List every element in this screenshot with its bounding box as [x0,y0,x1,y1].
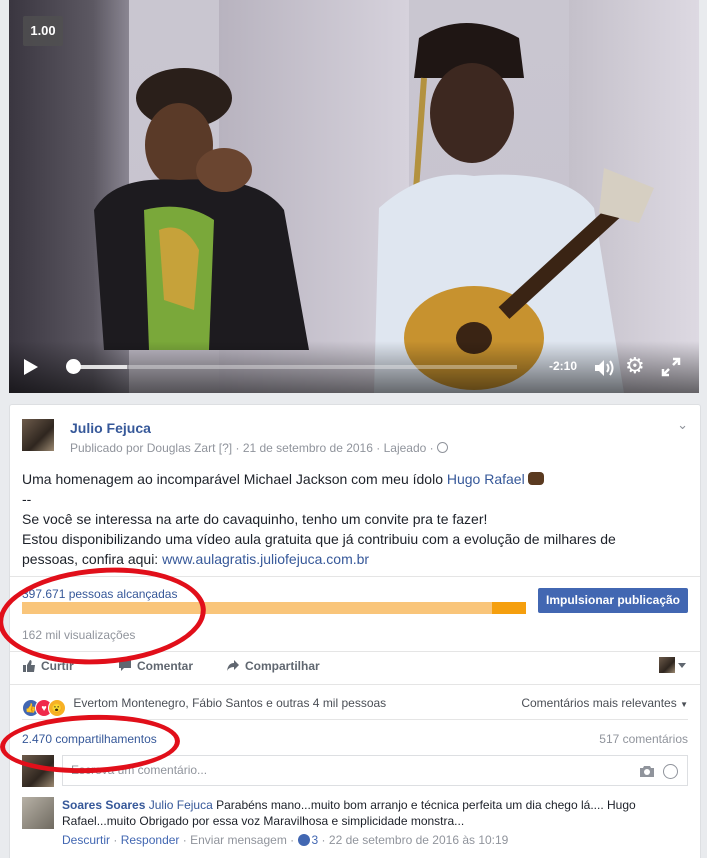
video-progress-track[interactable] [67,365,517,369]
like-label: Curtir [41,659,74,673]
play-icon[interactable] [24,359,38,375]
comment-button[interactable]: Comentar [118,659,193,673]
sort-label: Comentários mais relevantes [521,696,677,710]
share-arrow-icon [227,660,239,671]
video-player[interactable]: 1.00 -2:10 ⚙ [9,0,699,393]
meta-dot: · [235,441,240,455]
comment-composer[interactable] [62,755,688,786]
boost-post-button[interactable]: Impulsionar publicação [538,588,688,613]
comment-timestamp[interactable]: 22 de setembro de 2016 às 10:19 [329,833,508,847]
dot-separator: · [113,833,118,847]
caret-down-icon [678,662,686,668]
unlike-comment-link[interactable]: Descurtir [62,833,110,847]
reactions-summary[interactable]: 👍 ♥ 😮 Evertom Montenegro, Fábio Santos e o… [22,696,386,717]
reactions-text[interactable]: Evertom Montenegro, Fábio Santos e outra… [73,696,386,710]
video-scrubber-handle[interactable] [66,359,81,374]
meta-dot: · [429,441,434,455]
published-by-link[interactable]: Douglas Zart [147,441,216,455]
shares-link[interactable]: 2.470 compartilhamentos [22,732,157,746]
video-person-musician [374,23,654,393]
mention-link[interactable]: Hugo Rafael [447,471,525,487]
divider [10,684,700,685]
comment-bubble-icon [119,660,131,671]
comments-count-link[interactable]: 517 comentários [599,732,688,746]
dot-separator: · [290,833,295,847]
user-avatar[interactable] [22,755,54,787]
playback-speed-badge[interactable]: 1.00 [23,16,63,46]
video-controls: -2:10 ⚙ [9,341,699,393]
reach-bar-paid [492,602,526,614]
comment-sort-dropdown[interactable]: Comentários mais relevantes ▼ [521,696,688,710]
volume-icon[interactable] [593,358,615,378]
video-time-remaining: -2:10 [549,359,578,373]
post-text-line: Estou disponibilizando uma vídeo aula gr… [22,531,616,547]
wow-reaction-icon: 😮 [48,699,66,717]
dot-separator: · [321,833,326,847]
meta-dot: · [376,441,381,455]
page-name-link[interactable]: Julio Fejuca [70,420,151,436]
views-count: 162 mil visualizações [22,628,136,642]
share-button[interactable]: Compartilhar [226,659,320,673]
post-location-link[interactable]: Lajeado [384,441,427,455]
post-meta: Publicado por Douglas Zart [?] · 21 de s… [70,441,449,455]
commenter-name-link[interactable]: Soares Soares [62,798,145,812]
comment-label: Comentar [137,659,194,673]
reach-link[interactable]: 397.671 pessoas alcançadas [22,587,177,601]
reply-link[interactable]: Responder [121,833,180,847]
comment-like-icon [297,834,310,846]
globe-icon [437,442,449,453]
settings-gear-icon[interactable]: ⚙ [625,355,645,377]
comment-body: Soares Soares Julio Fejuca Parabéns mano… [62,797,682,829]
external-url-link[interactable]: www.aulagratis.juliofejuca.com.br [162,551,369,567]
info-marker[interactable]: [?] [219,441,232,455]
thumbs-up-icon [23,660,35,672]
comment-actions: Descurtir · Responder · Enviar mensagem … [62,833,508,847]
comment-mention-link[interactable]: Julio Fejuca [149,798,213,812]
profile-selector[interactable] [658,657,686,673]
post-text-line: pessoas, confira aqui: [22,551,159,567]
share-label: Compartilhar [245,659,320,673]
commenter-avatar[interactable] [22,797,54,829]
dot-separator: · [182,833,187,847]
post-card: Julio Fejuca Publicado por Douglas Zart … [9,404,701,858]
video-person-singer [94,68,309,350]
reach-bar-organic [22,602,492,614]
fist-emoji-icon [527,472,544,485]
selected-profile-avatar [658,657,675,673]
page-avatar[interactable] [22,419,54,451]
published-by-prefix: Publicado por [70,441,144,455]
caret-down-icon: ▼ [680,700,688,709]
camera-icon[interactable] [639,765,655,778]
post-text-line: Uma homenagem ao incomparável Michael Ja… [22,471,443,487]
post-text: Uma homenagem ao incomparável Michael Ja… [22,469,682,569]
post-text-line: -- [22,491,32,507]
divider [10,576,700,577]
post-options-chevron-icon[interactable]: ⌄ [677,417,688,433]
divider [22,719,688,720]
fullscreen-icon[interactable] [661,357,681,377]
post-text-line: Se você se interessa na arte do cavaquin… [22,511,488,527]
comment-like-count[interactable]: 3 [312,833,319,847]
comment-input[interactable] [63,756,599,784]
emoji-icon[interactable] [663,764,678,779]
post-date-link[interactable]: 21 de setembro de 2016 [243,441,373,455]
like-button[interactable]: Curtir [22,659,74,673]
send-message-link[interactable]: Enviar mensagem [190,833,287,847]
divider [10,651,700,652]
